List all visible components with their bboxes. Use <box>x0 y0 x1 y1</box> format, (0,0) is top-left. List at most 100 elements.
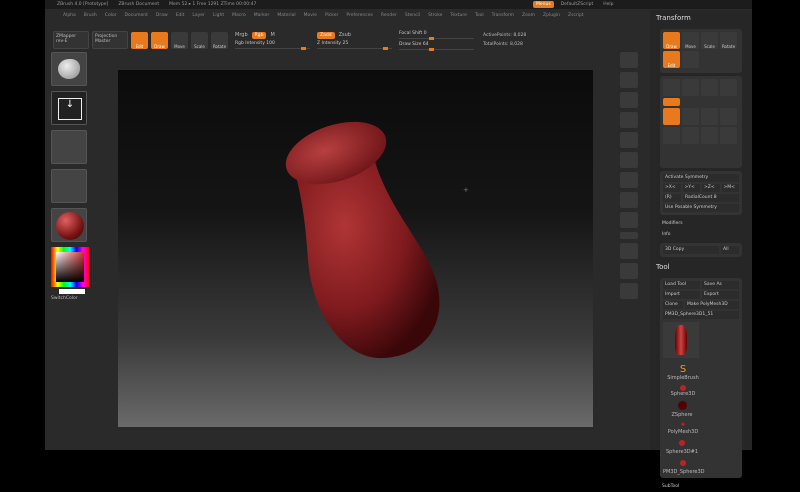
rgb-button[interactable]: Rgb <box>251 31 267 39</box>
sym-y-button[interactable]: >Y< <box>682 184 700 192</box>
script-button[interactable]: DefaultZScript <box>558 1 597 8</box>
local-icon[interactable] <box>620 172 638 188</box>
scale-button[interactable]: Scale <box>191 31 208 49</box>
transp-icon[interactable] <box>620 283 638 299</box>
subtool-section[interactable]: SubTool <box>650 481 752 492</box>
tray-draw-button[interactable]: Draw <box>663 32 680 49</box>
sym-x-button[interactable]: >X< <box>663 184 681 192</box>
lazy-toggle[interactable] <box>663 98 680 106</box>
menu-movie[interactable]: Movie <box>304 13 317 18</box>
tool-simplebrush[interactable]: S SimpleBrush Sphere3D <box>663 360 703 397</box>
draw-size-slider[interactable]: Draw Size 64 <box>399 42 474 51</box>
menu-material[interactable]: Material <box>277 13 295 18</box>
transform-title[interactable]: Transform <box>650 10 752 26</box>
stroke-thumbnail[interactable]: ↓ <box>51 91 87 125</box>
menu-light[interactable]: Light <box>213 13 224 18</box>
make-polymesh-button[interactable]: Make PolyMesh3D <box>685 301 739 309</box>
tray-rotate-button[interactable]: Rotate <box>720 32 737 49</box>
menu-document[interactable]: Document <box>125 13 148 18</box>
load-tool-button[interactable]: Load Tool <box>663 281 700 289</box>
tray-scale-button[interactable]: Scale <box>701 32 718 49</box>
all-button[interactable]: All <box>721 246 739 254</box>
zoom-icon[interactable] <box>620 72 638 88</box>
aahalf-icon[interactable] <box>620 112 638 128</box>
current-tool-thumbnail[interactable] <box>663 322 699 358</box>
menu-zoom[interactable]: Zoom <box>522 13 535 18</box>
zmapper-button[interactable]: ZMapper rev-E <box>53 31 89 49</box>
color-picker[interactable] <box>51 247 89 287</box>
menu-color[interactable]: Color <box>105 13 117 18</box>
quick-button[interactable] <box>663 108 680 125</box>
save-as-button[interactable]: Save As <box>702 281 739 289</box>
rgb-intensity-slider[interactable]: Rgb Intensity 100 <box>235 41 310 50</box>
secondary-color-swatch[interactable] <box>59 289 85 294</box>
info-section[interactable]: Info <box>650 229 752 240</box>
menu-picker[interactable]: Picker <box>325 13 338 18</box>
mrgb-button[interactable]: Mrgb <box>235 32 248 39</box>
document-canvas[interactable]: + <box>118 70 593 427</box>
tool-title[interactable]: Tool <box>650 259 752 275</box>
menu-alpha[interactable]: Alpha <box>63 13 76 18</box>
floor-icon[interactable] <box>620 152 638 168</box>
z-intensity-slider[interactable]: Z Intensity 25 <box>317 41 392 50</box>
scroll-icon[interactable] <box>620 52 638 68</box>
clone-button[interactable]: Clone <box>663 301 683 309</box>
tool-sphere3d1[interactable]: Sphere3D#1 <box>663 437 701 455</box>
alpha-thumbnail[interactable] <box>51 130 87 164</box>
current-tool-slider[interactable]: PM3D_Sphere3D1_51 <box>663 311 739 319</box>
export-button[interactable]: Export <box>702 291 739 299</box>
menu-edit[interactable]: Edit <box>176 13 185 18</box>
edit-button[interactable]: Edit <box>131 31 148 49</box>
move-view-icon[interactable] <box>620 243 638 259</box>
polyf-toggle[interactable] <box>620 232 638 239</box>
rotate-view-icon[interactable] <box>620 263 638 279</box>
menu-brush[interactable]: Brush <box>84 13 97 18</box>
focal-shift-slider[interactable]: Focal Shift 0 <box>399 31 474 40</box>
menu-macro[interactable]: Macro <box>232 13 246 18</box>
brush-thumbnail[interactable] <box>51 52 87 86</box>
draw-button[interactable]: Draw <box>151 31 168 49</box>
menu-marker[interactable]: Marker <box>254 13 270 18</box>
actual-icon[interactable] <box>620 92 638 108</box>
projection-master-button[interactable]: Projection Master <box>92 31 128 49</box>
menu-transform[interactable]: Transform <box>492 13 514 18</box>
sym-z-button[interactable]: >Z< <box>702 184 720 192</box>
posable-symmetry-button[interactable]: Use Posable Symmetry <box>663 204 739 212</box>
persp-icon[interactable] <box>620 132 638 148</box>
tray-move-button[interactable]: Move <box>682 32 699 49</box>
tray-edit-button[interactable]: Edit <box>663 51 680 68</box>
menu-layer[interactable]: Layer <box>192 13 205 18</box>
m-button[interactable]: M <box>270 32 274 39</box>
switch-color-label[interactable]: SwitchColor <box>51 296 91 301</box>
menu-stroke[interactable]: Stroke <box>428 13 442 18</box>
xyz-icon[interactable] <box>620 192 638 208</box>
move-button[interactable]: Move <box>171 31 188 49</box>
rotate-button[interactable]: Rotate <box>211 31 228 49</box>
3d-copy-button[interactable]: 3D Copy <box>663 246 719 254</box>
modifiers-section[interactable]: Modifiers <box>650 218 752 229</box>
texture-thumbnail[interactable] <box>51 169 87 203</box>
sym-m-button[interactable]: >M< <box>721 184 739 192</box>
menu-tool[interactable]: Tool <box>475 13 484 18</box>
tool-zsphere[interactable]: ZSphere <box>663 399 701 418</box>
menu-render[interactable]: Render <box>381 13 397 18</box>
snapshot-icon[interactable] <box>682 51 699 68</box>
tool-pm3d-sphere[interactable]: PM3D_Sphere3D <box>663 457 705 475</box>
radial-r-button[interactable]: (R) <box>663 194 681 202</box>
help-button[interactable]: Help <box>600 1 616 8</box>
menu-stencil[interactable]: Stencil <box>405 13 420 18</box>
radial-count-slider[interactable]: RadialCount 8 <box>683 194 739 202</box>
menu-preferences[interactable]: Preferences <box>346 13 372 18</box>
zadd-button[interactable]: Zadd <box>317 31 335 39</box>
import-button[interactable]: Import <box>663 291 700 299</box>
frame-icon[interactable] <box>620 212 638 228</box>
material-thumbnail[interactable] <box>51 208 87 242</box>
menu-texture[interactable]: Texture <box>450 13 466 18</box>
menu-zplugin[interactable]: Zplugin <box>543 13 560 18</box>
vase-model[interactable]: + <box>118 70 593 427</box>
tool-polymesh3d[interactable]: ✦ PolyMesh3D <box>663 420 703 435</box>
menu-draw[interactable]: Draw <box>156 13 168 18</box>
zsub-button[interactable]: Zsub <box>339 32 351 39</box>
menu-zscript[interactable]: Zscript <box>568 13 584 18</box>
activate-symmetry-button[interactable]: Activate Symmetry <box>663 174 739 182</box>
